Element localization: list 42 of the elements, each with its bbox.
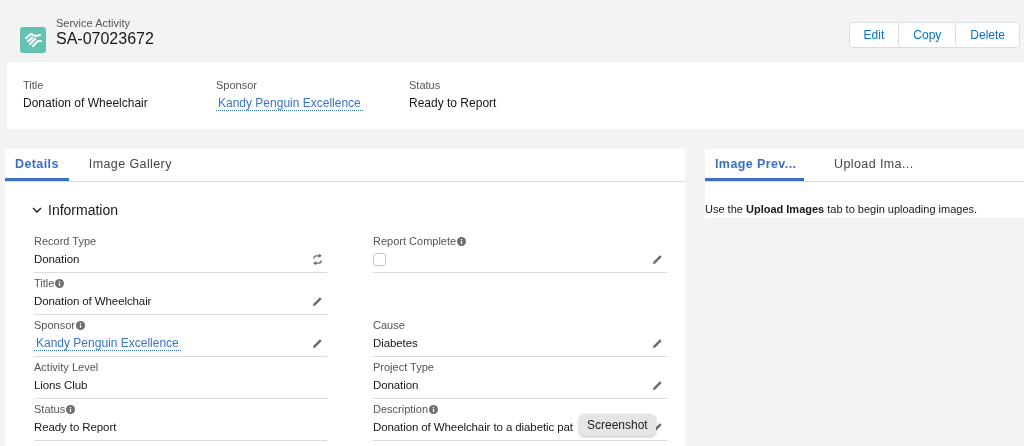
- record-name: SA-07023672: [56, 30, 155, 48]
- field-value: Donation of Wheelchair: [23, 96, 149, 110]
- field-label: Description: [373, 403, 429, 415]
- tooltip: Screenshot: [579, 414, 656, 436]
- pencil-icon[interactable]: [312, 337, 323, 349]
- field-label: Project Type: [373, 361, 434, 373]
- field-label: Sponsor: [216, 79, 258, 91]
- field-label: Sponsor: [34, 319, 75, 331]
- pencil-icon[interactable]: [312, 295, 323, 307]
- change-record-type-icon[interactable]: [312, 253, 323, 265]
- field-label: Cause: [373, 319, 405, 331]
- field-label: Status: [409, 79, 442, 91]
- field-value: Donation of Wheelchair: [34, 295, 152, 307]
- field-label: Report Complete: [373, 235, 457, 247]
- field-value: Donation: [34, 253, 80, 265]
- sponsor-link[interactable]: Kandy Penguin Excellence: [216, 96, 363, 111]
- field-value: Diabetes: [373, 337, 418, 349]
- field-value: Donation of Wheelchair to a diabetic pat: [373, 421, 573, 433]
- pencil-icon[interactable]: [652, 379, 663, 391]
- tab[interactable]: Details: [5, 149, 69, 181]
- field-label: Status: [34, 403, 66, 415]
- tab[interactable]: Upload Ima...: [824, 149, 923, 181]
- object-type: Service Activity: [56, 17, 131, 29]
- pencil-icon[interactable]: [652, 337, 663, 349]
- sponsor-link[interactable]: Kandy Penguin Excellence: [34, 335, 181, 351]
- field-label: Title: [34, 277, 55, 289]
- tab[interactable]: Image Prev...: [705, 149, 804, 181]
- upload-hint: Use the Upload Images tab to begin uploading images.: [705, 202, 979, 215]
- field-label: Activity Level: [34, 361, 99, 373]
- chevron-icon[interactable]: [32, 205, 42, 215]
- tab[interactable]: Image Gallery: [78, 149, 182, 181]
- section-title: Information: [48, 202, 119, 218]
- checkbox[interactable]: [373, 252, 386, 266]
- field-value: Ready to Report: [34, 421, 117, 433]
- field-value: Donation: [373, 379, 419, 391]
- field-label: Title: [23, 79, 45, 91]
- handshake-icon: [20, 27, 46, 53]
- action-button[interactable]: Delete: [955, 23, 1019, 47]
- field-label: Record Type: [34, 235, 97, 247]
- pencil-icon[interactable]: [652, 253, 663, 265]
- field-value: Ready to Report: [409, 96, 498, 110]
- field-value: Lions Club: [34, 379, 88, 391]
